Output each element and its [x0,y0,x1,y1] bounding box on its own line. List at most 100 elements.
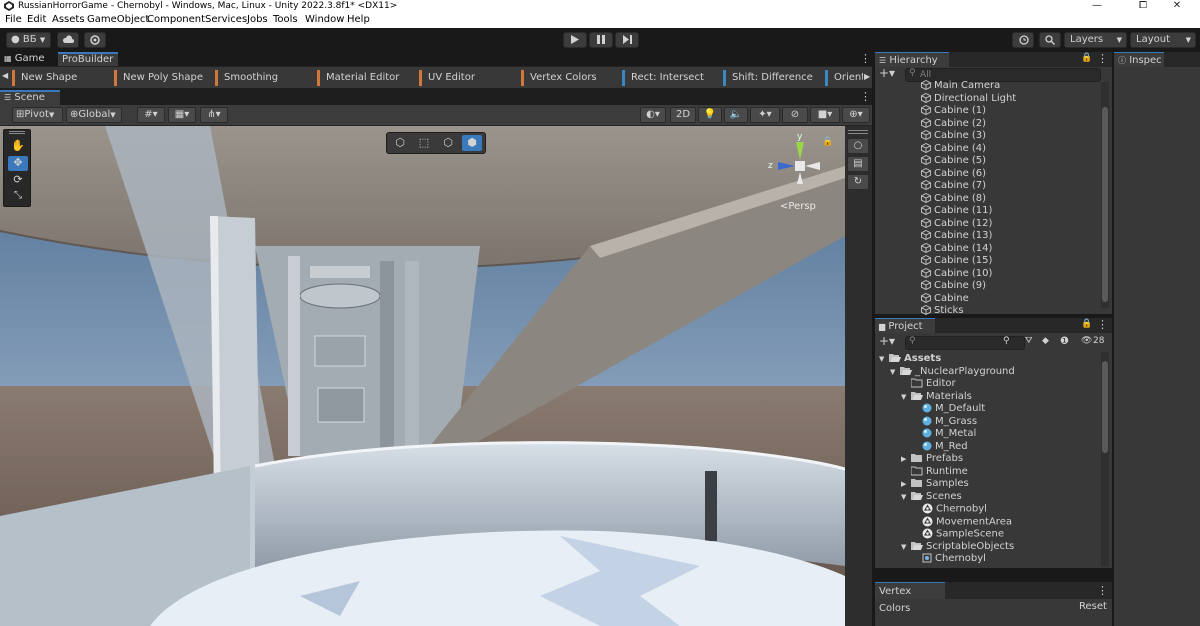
project-tree-item[interactable]: ▼ ScriptableObjects [901,541,1014,554]
tab-game[interactable]: ▦ Game [0,52,57,66]
project-tree-item[interactable]: MovementArea [912,516,1012,529]
collapse-arrow-icon[interactable]: ▼ [890,366,900,379]
tab-inspector[interactable]: ⓘ Inspec [1114,52,1164,67]
project-tree-item[interactable]: M_Grass [912,416,977,429]
hierarchy-item[interactable]: Cabine (11) [921,205,992,218]
move-tool-icon[interactable]: ✥ [8,156,28,171]
collapse-arrow-icon[interactable]: ▼ [901,391,911,404]
orientation-gizmo[interactable]: y z 🔒 <Persp [762,132,833,212]
pause-button[interactable] [589,32,613,48]
hierarchy-item[interactable]: Cabine (1) [921,105,986,118]
camera-dropdown[interactable]: ■▾ [810,107,840,123]
info-icon[interactable]: ❶ [1060,336,1069,347]
grid-snap-button[interactable]: #▾ [137,107,165,123]
menu-edit[interactable]: Edit [27,12,46,28]
project-scroll-thumb[interactable] [1102,361,1108,453]
close-button[interactable]: ✕ [1154,0,1200,12]
2d-toggle[interactable]: 2D [670,107,696,123]
project-tree-item[interactable]: ▼ Materials [901,391,972,404]
record-button[interactable]: ○ [847,138,869,154]
audio-toggle[interactable]: 🔈 [724,107,748,123]
pb-vertex-colors[interactable]: Vertex Colors [521,70,597,86]
history-button[interactable] [1012,32,1034,48]
menu-jobs[interactable]: Jobs [247,12,268,28]
scene-viewport[interactable]: ✋ ✥ ⟳ ⤡ ⬡ ⬚ ⬡ ⬢ y z 🔒 <Persp [0,126,845,626]
hierarchy-item[interactable]: Main Camera [921,80,1000,93]
more-options-icon[interactable]: ⋮ [860,90,871,103]
project-tree-item[interactable]: M_Red [912,441,968,454]
account-dropdown[interactable]: ● ВБ ▼ [6,32,51,48]
scale-tool-icon[interactable]: ⤡ [8,190,28,205]
effects-dropdown[interactable]: ✦▾ [750,107,780,123]
pb-rect-intersect[interactable]: Rect: Intersect [622,70,704,86]
collab-button[interactable] [84,32,106,48]
hierarchy-item[interactable]: Cabine (9) [921,280,986,293]
project-tree-item[interactable]: ▼ _NuclearPlayground [890,366,1015,379]
hierarchy-item[interactable]: Directional Light [921,92,1016,106]
hierarchy-item[interactable]: Cabine (7) [921,180,986,193]
menu-window[interactable]: Window [305,12,344,28]
object-mode-icon[interactable]: ⬡ [390,135,410,151]
tab-hierarchy[interactable]: ☰ Hierarchy [875,52,949,67]
pivot-dropdown[interactable]: ⊞Pivot▼ [12,107,63,123]
layers-dropdown[interactable]: Layers ▼ [1064,32,1127,48]
increment-snap-button[interactable]: ⋔▾ [200,107,228,123]
pb-orientation[interactable]: Orientat [825,70,863,86]
create-asset-button[interactable]: +▾ [879,334,895,348]
hierarchy-item[interactable]: Cabine (10) [921,267,992,281]
search-button[interactable] [1039,32,1061,48]
more-options-icon[interactable]: ⋮ [1097,52,1108,65]
shading-mode-button[interactable]: ◐▾ [640,107,666,123]
menu-file[interactable]: File [5,12,22,28]
project-tree-item[interactable]: M_Default [912,403,985,416]
pb-shift-difference[interactable]: Shift: Difference [723,70,813,86]
rotate-tool-icon[interactable]: ⟳ [8,173,28,188]
menu-gameobject[interactable]: GameObject [87,12,149,28]
hierarchy-item[interactable]: Cabine (5) [921,155,986,168]
project-tree-item[interactable]: ▶ Prefabs [901,453,963,466]
message-button[interactable]: ▤ [847,156,869,172]
menu-tools[interactable]: Tools [273,12,298,28]
gizmos-dropdown[interactable]: ⊕▾ [842,107,870,123]
collapse-arrow-icon[interactable]: ▼ [901,541,911,554]
play-button[interactable] [563,32,587,48]
project-tree-item[interactable]: Editor [901,378,956,391]
more-options-icon[interactable]: ⋮ [1097,584,1108,597]
more-options-icon[interactable]: ⋮ [1097,318,1108,331]
project-tree-item[interactable]: ▼ Assets [879,353,941,366]
pb-uv-editor[interactable]: UV Editor [419,70,475,86]
edge-mode-icon[interactable]: ⬡ [438,135,458,151]
scroll-left-icon[interactable]: ◀ [2,71,8,80]
menu-component[interactable]: Component [147,12,205,28]
hidden-packages-icon[interactable]: 👁 [1081,336,1092,346]
drag-handle-icon[interactable] [9,131,25,134]
pb-new-shape[interactable]: New Shape [12,70,77,86]
hierarchy-item[interactable]: Cabine [921,292,969,306]
menu-help[interactable]: Help [347,12,370,28]
tab-project[interactable]: ▆ Project [875,318,935,333]
project-tree-item[interactable]: Chernobyl [912,553,986,566]
filter-icon[interactable]: ⛛ [1025,336,1033,346]
hierarchy-scroll-thumb[interactable] [1102,107,1108,302]
project-tree-item[interactable]: SampleScene [912,528,1004,541]
hierarchy-item[interactable]: Cabine (6) [921,167,986,181]
hierarchy-item[interactable]: Cabine (14) [921,242,992,256]
minimize-button[interactable]: — [1074,0,1120,12]
hierarchy-item[interactable]: Cabine (12) [921,217,992,231]
add-object-button[interactable]: +▾ [879,66,895,80]
face-mode-icon[interactable]: ⬢ [462,135,482,151]
reset-button[interactable]: Reset [1079,601,1107,612]
collapse-arrow-icon[interactable]: ▼ [901,491,911,504]
lock-icon[interactable]: 🔒 [822,137,833,147]
pb-material-editor[interactable]: Material Editor [317,70,399,86]
hierarchy-item[interactable]: Cabine (2) [921,117,986,131]
more-options-icon[interactable]: ⋮ [860,52,871,66]
grid-visibility-button[interactable]: ▦▾ [168,107,196,123]
tab-vertex-colors[interactable]: Vertex Colors [875,582,945,614]
hierarchy-item[interactable]: Sticks [921,305,964,318]
hand-tool-icon[interactable]: ✋ [8,139,28,154]
lock-icon[interactable]: 🔒 [1081,53,1092,63]
collapse-arrow-icon[interactable]: ▼ [879,353,889,366]
hierarchy-item[interactable]: Cabine (13) [921,230,992,243]
scene-visibility-toggle[interactable]: ⊘ [782,107,808,123]
